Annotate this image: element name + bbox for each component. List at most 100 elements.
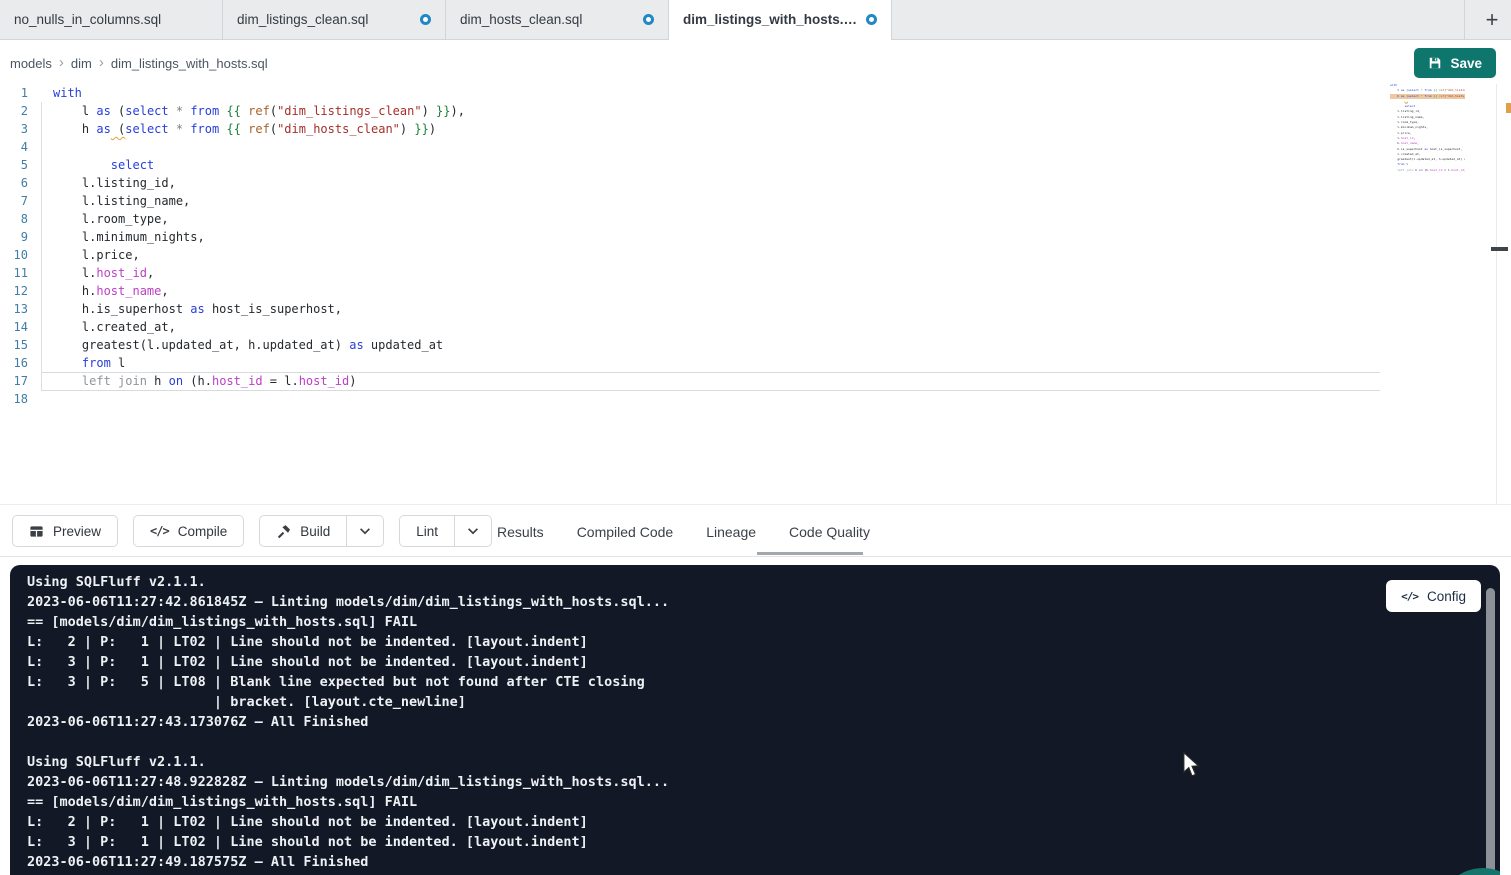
file-tab-label: dim_listings_clean.sql (237, 12, 368, 27)
code-line-3[interactable]: 3 h as (select * from {{ ref("dim_hosts_… (0, 120, 1511, 138)
breadcrumb-separator-icon: › (99, 54, 104, 71)
lint-output-terminal: Using SQLFluff v2.1.1. 2023-06-06T11:27:… (10, 565, 1500, 875)
unsaved-changes-dot-icon (420, 14, 431, 25)
scrollbar-position-marker[interactable] (1491, 247, 1508, 251)
code-editor[interactable]: 1with2 l as (select * from {{ ref("dim_l… (0, 84, 1511, 504)
code-text: l.room_type, (53, 210, 169, 228)
overview-ruler-divider (1496, 84, 1497, 504)
breadcrumb-item-models: models (10, 56, 52, 71)
line-number: 16 (0, 354, 28, 372)
save-icon (1428, 56, 1442, 70)
minimap-line (1390, 173, 1465, 178)
code-line-15[interactable]: 15 greatest(l.updated_at, h.updated_at) … (0, 336, 1511, 354)
code-text: select (53, 156, 154, 174)
code-line-6[interactable]: 6 l.listing_id, (0, 174, 1511, 192)
code-text: l.price, (53, 246, 140, 264)
lint-button-label: Lint (416, 524, 438, 539)
terminal-scrollbar[interactable] (1486, 588, 1495, 875)
line-number: 4 (0, 138, 28, 156)
line-number: 9 (0, 228, 28, 246)
tab-results[interactable]: Results (497, 524, 544, 540)
build-button[interactable]: Build (259, 515, 346, 547)
code-line-9[interactable]: 9 l.minimum_nights, (0, 228, 1511, 246)
preview-button-label: Preview (53, 524, 101, 539)
build-dropdown-button[interactable] (346, 515, 384, 547)
code-text: h.is_superhost as host_is_superhost, (53, 300, 342, 318)
code-text: l.created_at, (53, 318, 176, 336)
line-number: 13 (0, 300, 28, 318)
code-line-7[interactable]: 7 l.listing_name, (0, 192, 1511, 210)
new-tab-button[interactable]: + (1473, 1, 1511, 39)
code-brackets-icon: </> (1401, 590, 1418, 603)
line-number: 10 (0, 246, 28, 264)
breadcrumb-item-file: dim_listings_with_hosts.sql (111, 56, 268, 71)
tab-code-quality[interactable]: Code Quality (789, 524, 870, 540)
lint-dropdown-button[interactable] (454, 515, 492, 547)
code-text: greatest(l.updated_at, h.updated_at) as … (53, 336, 443, 354)
code-line-5[interactable]: 5 select (0, 156, 1511, 174)
code-text: l.minimum_nights, (53, 228, 205, 246)
help-widget-button[interactable] (1438, 868, 1500, 875)
tab-lineage[interactable]: Lineage (706, 524, 756, 540)
breadcrumb: models › dim › dim_listings_with_hosts.s… (10, 41, 268, 85)
preview-button[interactable]: Preview (12, 515, 118, 547)
new-tab-zone: + (1464, 0, 1511, 39)
code-line-4[interactable]: 4 (0, 138, 1511, 156)
line-number: 12 (0, 282, 28, 300)
tabs-holder: no_nulls_in_columns.sql dim_listings_clea… (0, 0, 892, 39)
file-tab-label: dim_hosts_clean.sql (460, 12, 582, 27)
code-line-2[interactable]: 2 l as (select * from {{ ref("dim_listin… (0, 102, 1511, 120)
code-line-13[interactable]: 13 h.is_superhost as host_is_superhost, (0, 300, 1511, 318)
code-line-1[interactable]: 1with (0, 84, 1511, 102)
code-line-11[interactable]: 11 l.host_id, (0, 264, 1511, 282)
compile-button[interactable]: </> Compile (133, 515, 244, 547)
line-number: 3 (0, 120, 28, 138)
breadcrumb-item-dim: dim (71, 56, 92, 71)
line-number: 2 (0, 102, 28, 120)
toolbar-buttons: Preview </> Compile Build (12, 515, 492, 547)
chevron-down-icon (466, 524, 480, 538)
line-number: 18 (0, 390, 28, 408)
config-button[interactable]: </> Config (1386, 580, 1481, 612)
save-button[interactable]: Save (1414, 48, 1496, 78)
code-line-17[interactable]: 17 left join h on (h.host_id = l.host_id… (0, 372, 1511, 390)
code-text: left join h on (h.host_id = l.host_id) (53, 372, 357, 390)
build-button-group: Build (259, 515, 384, 547)
code-line-16[interactable]: 16 from l (0, 354, 1511, 372)
code-text: l.listing_name, (53, 192, 190, 210)
file-tab-no_nulls_in_columns[interactable]: no_nulls_in_columns.sql (0, 0, 223, 39)
save-button-label: Save (1450, 56, 1482, 71)
indent-guide (41, 102, 42, 390)
config-button-label: Config (1427, 589, 1466, 604)
line-number: 17 (0, 372, 28, 390)
file-tab-label: dim_listings_with_hosts.sql (683, 12, 858, 27)
code-text: from l (53, 354, 125, 372)
panel-tabs: Results Compiled Code Lineage Code Quali… (497, 505, 870, 558)
code-line-14[interactable]: 14 l.created_at, (0, 318, 1511, 336)
code-text: l as (select * from {{ ref("dim_listings… (53, 102, 465, 120)
active-tab-indicator (757, 552, 863, 555)
code-line-10[interactable]: 10 l.price, (0, 246, 1511, 264)
hammer-icon (276, 524, 291, 539)
code-line-8[interactable]: 8 l.room_type, (0, 210, 1511, 228)
tab-compiled-code[interactable]: Compiled Code (577, 524, 674, 540)
compile-button-label: Compile (178, 524, 228, 539)
minimap[interactable]: with l as (select * from {{ ref("dim_lis… (1390, 83, 1465, 183)
unsaved-changes-dot-icon (866, 14, 877, 25)
code-text: with (53, 84, 82, 102)
code-text: h.host_name, (53, 282, 169, 300)
editor-tab-bar: no_nulls_in_columns.sql dim_listings_clea… (0, 0, 1511, 40)
code-line-18[interactable]: 18 (0, 390, 1511, 408)
line-number: 8 (0, 210, 28, 228)
file-tab-dim_hosts_clean[interactable]: dim_hosts_clean.sql (446, 0, 669, 39)
file-tab-dim_listings_with_hosts[interactable]: dim_listings_with_hosts.sql (669, 0, 892, 39)
preview-grid-icon (29, 524, 44, 539)
line-number: 7 (0, 192, 28, 210)
line-number: 5 (0, 156, 28, 174)
action-toolbar: Preview </> Compile Build (0, 504, 1511, 557)
unsaved-changes-dot-icon (643, 14, 654, 25)
file-tab-dim_listings_clean[interactable]: dim_listings_clean.sql (223, 0, 446, 39)
code-line-12[interactable]: 12 h.host_name, (0, 282, 1511, 300)
lint-button[interactable]: Lint (399, 515, 454, 547)
chevron-down-icon (358, 524, 372, 538)
